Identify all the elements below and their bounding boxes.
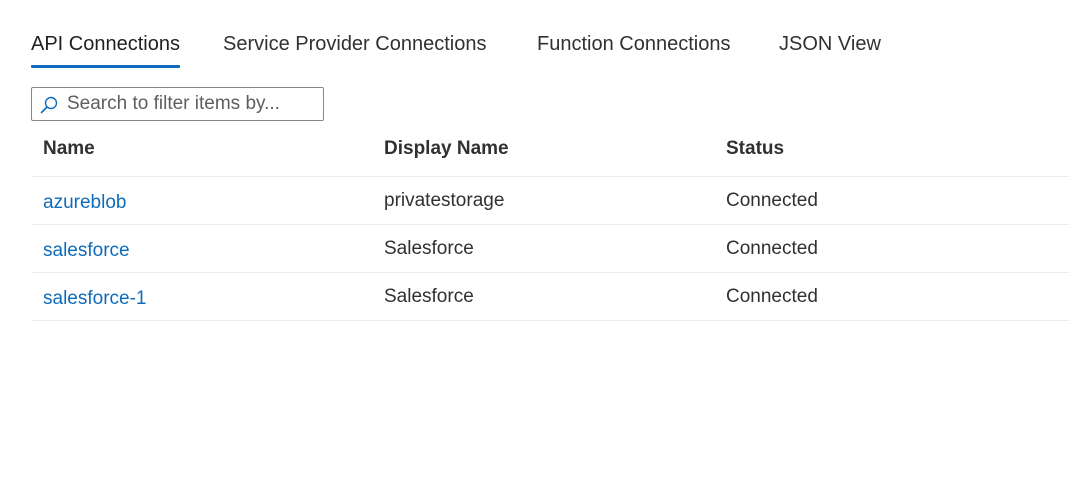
status-cell: Connected (726, 286, 818, 307)
display-name-cell: privatestorage (384, 190, 505, 211)
display-name-cell: Salesforce (384, 238, 474, 259)
search-input[interactable] (67, 88, 317, 120)
status-cell: Connected (726, 238, 818, 259)
search-box[interactable] (31, 87, 324, 121)
display-name-cell: Salesforce (384, 286, 474, 307)
tab-service-provider-connections[interactable]: Service Provider Connections (223, 30, 486, 70)
connection-name-link[interactable]: salesforce (43, 240, 130, 262)
table-row[interactable]: salesforce-1 Salesforce Connected (31, 273, 1069, 321)
tab-function-connections[interactable]: Function Connections (537, 30, 730, 70)
tab-json-view[interactable]: JSON View (779, 30, 881, 70)
connections-table: Name Display Name Status azureblob priva… (31, 130, 1069, 321)
column-header-display-name[interactable]: Display Name (384, 138, 509, 160)
column-header-status[interactable]: Status (726, 138, 784, 160)
status-cell: Connected (726, 190, 818, 211)
connection-name-link[interactable]: azureblob (43, 192, 126, 214)
connections-page: API Connections Service Provider Connect… (0, 0, 1073, 481)
connection-name-link[interactable]: salesforce-1 (43, 288, 147, 310)
table-row[interactable]: azureblob privatestorage Connected (31, 177, 1069, 225)
column-header-name[interactable]: Name (43, 138, 95, 160)
table-header: Name Display Name Status (31, 130, 1069, 177)
table-row[interactable]: salesforce Salesforce Connected (31, 225, 1069, 273)
tab-api-connections[interactable]: API Connections (31, 30, 180, 70)
search-icon (39, 95, 59, 115)
